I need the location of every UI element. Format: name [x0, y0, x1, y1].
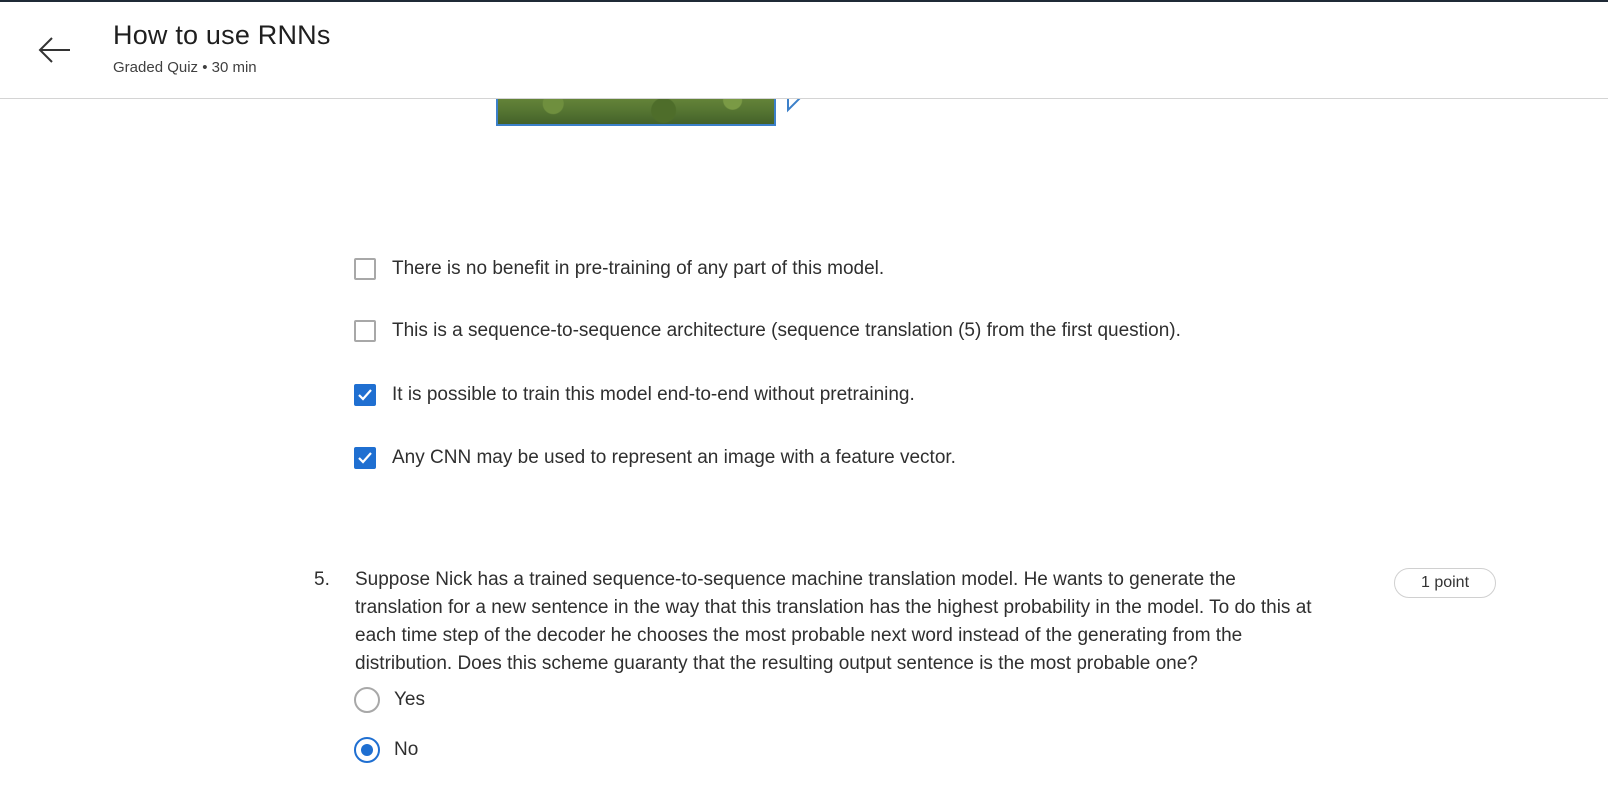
callout-arrow-icon [787, 98, 802, 113]
points-badge: 1 point [1394, 568, 1496, 598]
q4-option-1[interactable]: There is no benefit in pre-training of a… [354, 258, 884, 280]
checkmark-icon [358, 389, 372, 401]
page-title: How to use RNNs [113, 20, 331, 50]
option-label: It is possible to train this model end-t… [392, 384, 915, 405]
question-image [496, 98, 776, 126]
checkbox-unchecked[interactable] [354, 320, 376, 342]
option-label: No [394, 739, 419, 760]
option-label: There is no benefit in pre-training of a… [392, 258, 885, 279]
arrow-left-icon [38, 37, 70, 63]
option-label: Any CNN may be used to represent an imag… [392, 447, 956, 468]
checkbox-checked[interactable] [354, 384, 376, 406]
checkbox-checked[interactable] [354, 447, 376, 469]
quiz-meta: Graded Quiz • 30 min [113, 59, 257, 76]
back-button[interactable] [34, 30, 74, 70]
question-number: 5. [314, 569, 330, 590]
quiz-header: How to use RNNs Graded Quiz • 30 min [0, 2, 1608, 99]
radio-unselected[interactable] [354, 687, 380, 713]
q4-option-4[interactable]: Any CNN may be used to represent an imag… [354, 447, 956, 469]
checkmark-icon [358, 452, 372, 464]
checkbox-unchecked[interactable] [354, 258, 376, 280]
question-text: Suppose Nick has a trained sequence-to-s… [355, 569, 1312, 674]
q5-option-yes[interactable]: Yes [354, 687, 425, 713]
option-label: Yes [394, 689, 425, 710]
option-label: This is a sequence-to-sequence architect… [392, 320, 1181, 341]
q4-option-2[interactable]: This is a sequence-to-sequence architect… [354, 320, 1181, 342]
q4-option-3[interactable]: It is possible to train this model end-t… [354, 384, 915, 406]
q5-option-no[interactable]: No [354, 737, 418, 763]
radio-selected[interactable] [354, 737, 380, 763]
quiz-content: There is no benefit in pre-training of a… [0, 98, 1608, 811]
